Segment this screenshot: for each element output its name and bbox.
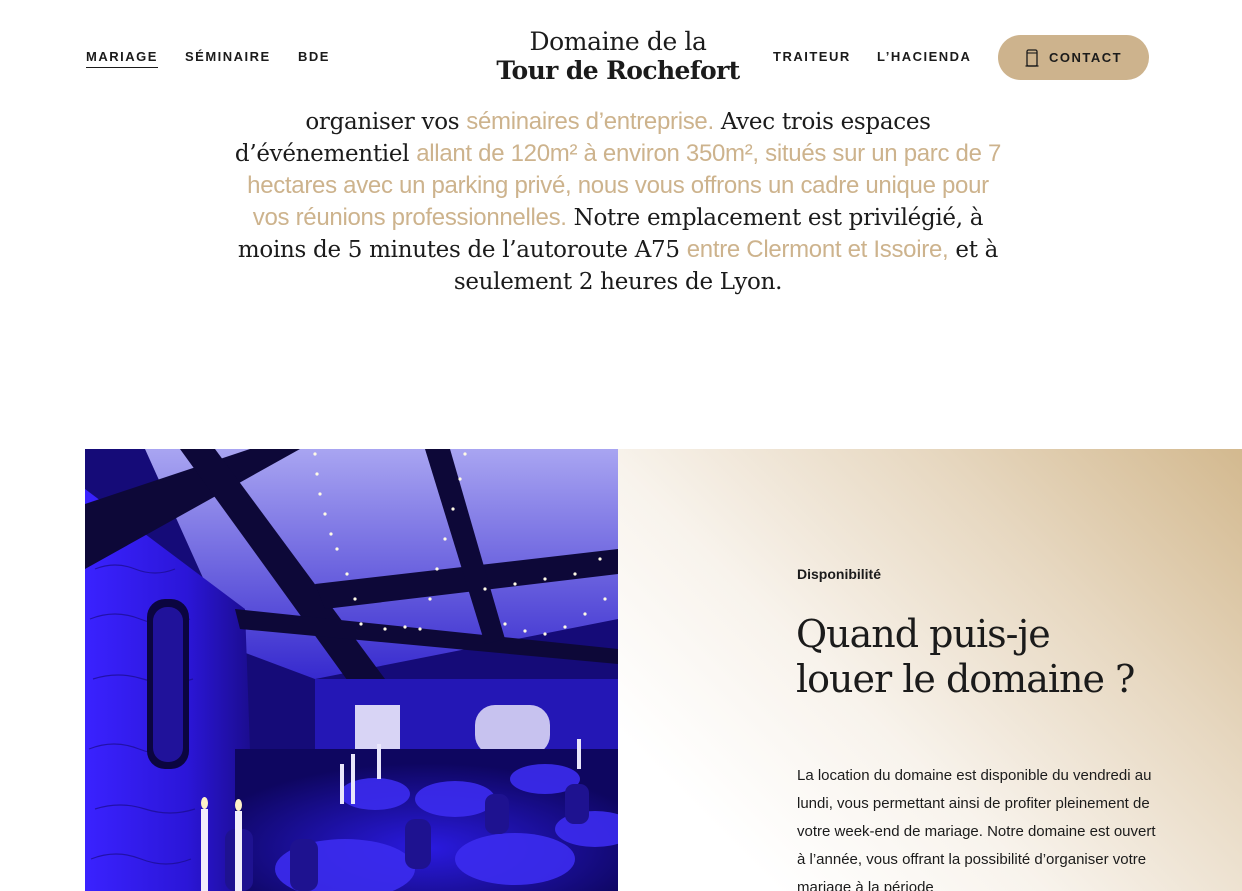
intro-highlight-seminaires: séminaires d’entreprise.: [466, 108, 714, 135]
nav-link-seminaire[interactable]: SÉMINAIRE: [185, 49, 271, 67]
contact-button-label: CONTACT: [1048, 50, 1123, 65]
site-logo[interactable]: Domaine de la Tour de Rochefort: [480, 28, 756, 86]
site-header: MARIAGE SÉMINAIRE BDE Domaine de la Tour…: [0, 0, 1242, 108]
nav-link-mariage[interactable]: MARIAGE: [86, 49, 158, 68]
availability-panel: Disponibilité Quand puis-je louer le dom…: [618, 449, 1242, 891]
reception-hall-photo: [85, 449, 618, 891]
logo-line-2: Tour de Rochefort: [496, 56, 740, 85]
availability-body: La location du domaine est disponible du…: [797, 767, 1156, 891]
heading-line-2: louer le domaine ?: [796, 657, 1135, 701]
section-heading: Quand puis-je louer le domaine ?: [796, 612, 1226, 702]
nav-link-traiteur[interactable]: TRAITEUR: [773, 49, 851, 67]
contact-button[interactable]: CONTACT: [998, 35, 1149, 80]
intro-paragraph: organiser vos séminaires d’entreprise. A…: [230, 106, 1006, 298]
availability-section: Disponibilité Quand puis-je louer le dom…: [85, 449, 1242, 891]
logo-line-1: Domaine de la: [529, 27, 707, 56]
intro-text-1: organiser vos: [305, 109, 467, 135]
nav-link-bde[interactable]: BDE: [298, 49, 330, 67]
heading-line-1: Quand puis-je: [796, 612, 1051, 656]
intro-highlight-location: entre Clermont et Issoire,: [686, 236, 949, 263]
nav-link-hacienda[interactable]: L’HACIENDA: [877, 49, 971, 67]
section-eyebrow: Disponibilité: [797, 566, 881, 582]
door-icon: [1025, 48, 1039, 67]
